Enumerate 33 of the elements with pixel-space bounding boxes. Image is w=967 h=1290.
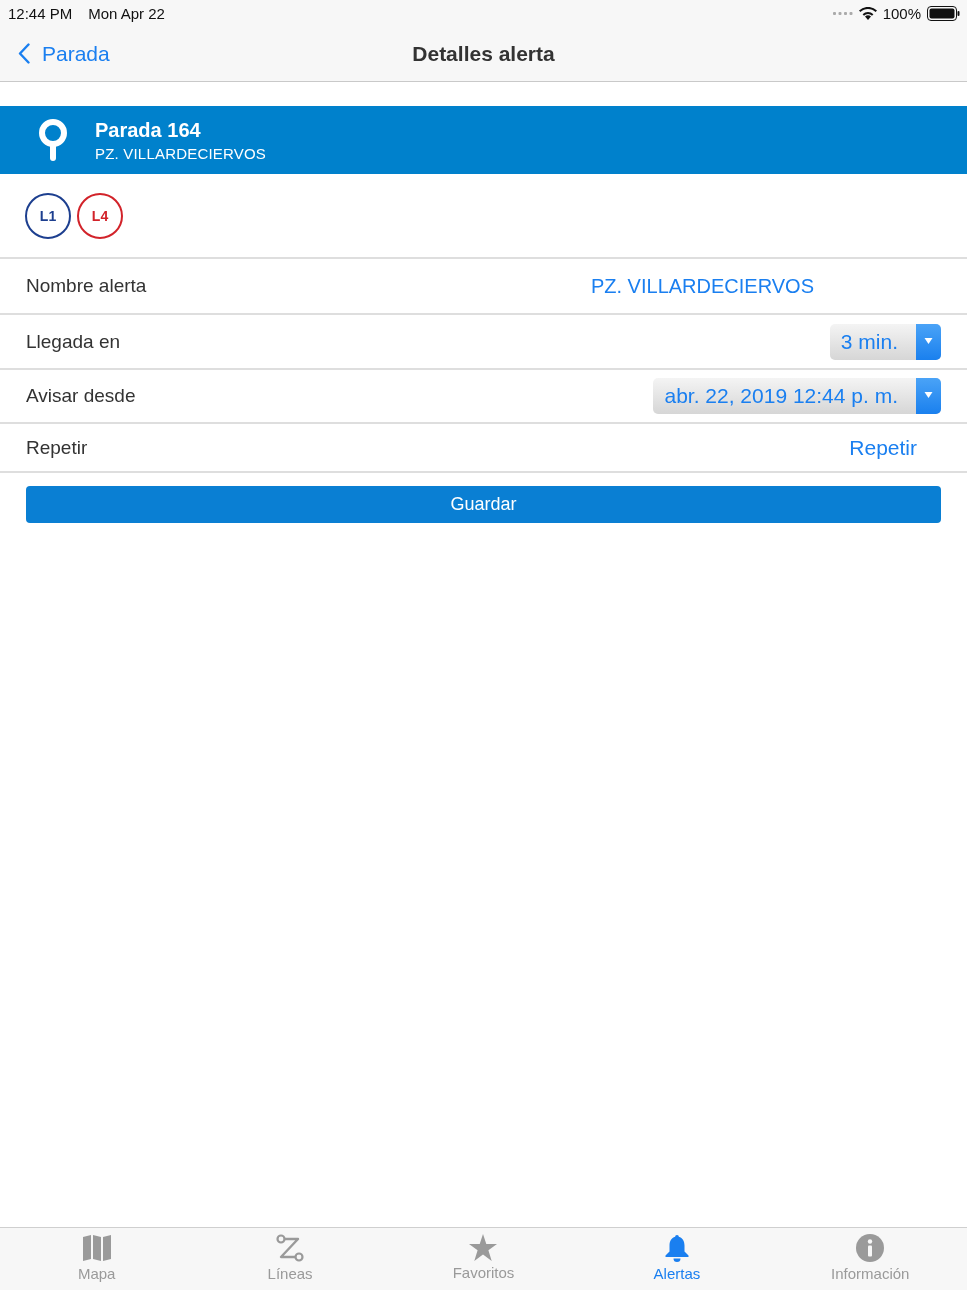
- save-button[interactable]: Guardar: [26, 486, 941, 523]
- bell-icon: [664, 1234, 689, 1262]
- map-icon: [81, 1234, 112, 1262]
- route-icon: [276, 1234, 305, 1262]
- stop-pin-icon: [37, 119, 69, 161]
- wifi-icon: [858, 6, 877, 20]
- line-badge: L4: [77, 192, 123, 239]
- alert-name-field[interactable]: PZ. VILLARDECIERVOS: [590, 274, 814, 298]
- dropdown[interactable]: abr. 22, 2019 12:44 p. m.: [653, 378, 941, 414]
- tab-item[interactable]: Alertas: [580, 1228, 774, 1290]
- stop-name: Parada 164: [95, 118, 202, 142]
- tab-item[interactable]: Favoritos: [386, 1228, 581, 1290]
- battery-icon: [927, 5, 960, 21]
- dropdown[interactable]: 3 min.: [829, 323, 941, 360]
- tab-item[interactable]: Mapa: [0, 1228, 194, 1290]
- info-icon: [856, 1234, 885, 1262]
- signal-dots-icon: [832, 11, 853, 15]
- status-date: Mon Apr 22: [88, 4, 165, 22]
- field-label: Llegada en: [26, 330, 121, 353]
- stop-subtitle: PZ. VILLARDECIERVOS: [95, 144, 267, 162]
- status-time: 12:44 PM: [8, 4, 73, 22]
- battery-percent: 100%: [882, 4, 921, 22]
- back-chevron-icon: [18, 43, 30, 64]
- line-badge: L1: [25, 192, 71, 239]
- tab-item[interactable]: Líneas: [193, 1228, 387, 1290]
- field-label: Avisar desde: [26, 385, 136, 407]
- back-button[interactable]: Parada: [18, 41, 110, 66]
- star-icon: [469, 1234, 498, 1261]
- repeat-link[interactable]: Repetir: [849, 435, 917, 460]
- tab-item[interactable]: Información: [773, 1228, 967, 1290]
- field-label: Nombre alerta: [26, 275, 147, 297]
- field-label: Repetir: [26, 436, 88, 459]
- page-title: Detalles alerta: [412, 41, 555, 66]
